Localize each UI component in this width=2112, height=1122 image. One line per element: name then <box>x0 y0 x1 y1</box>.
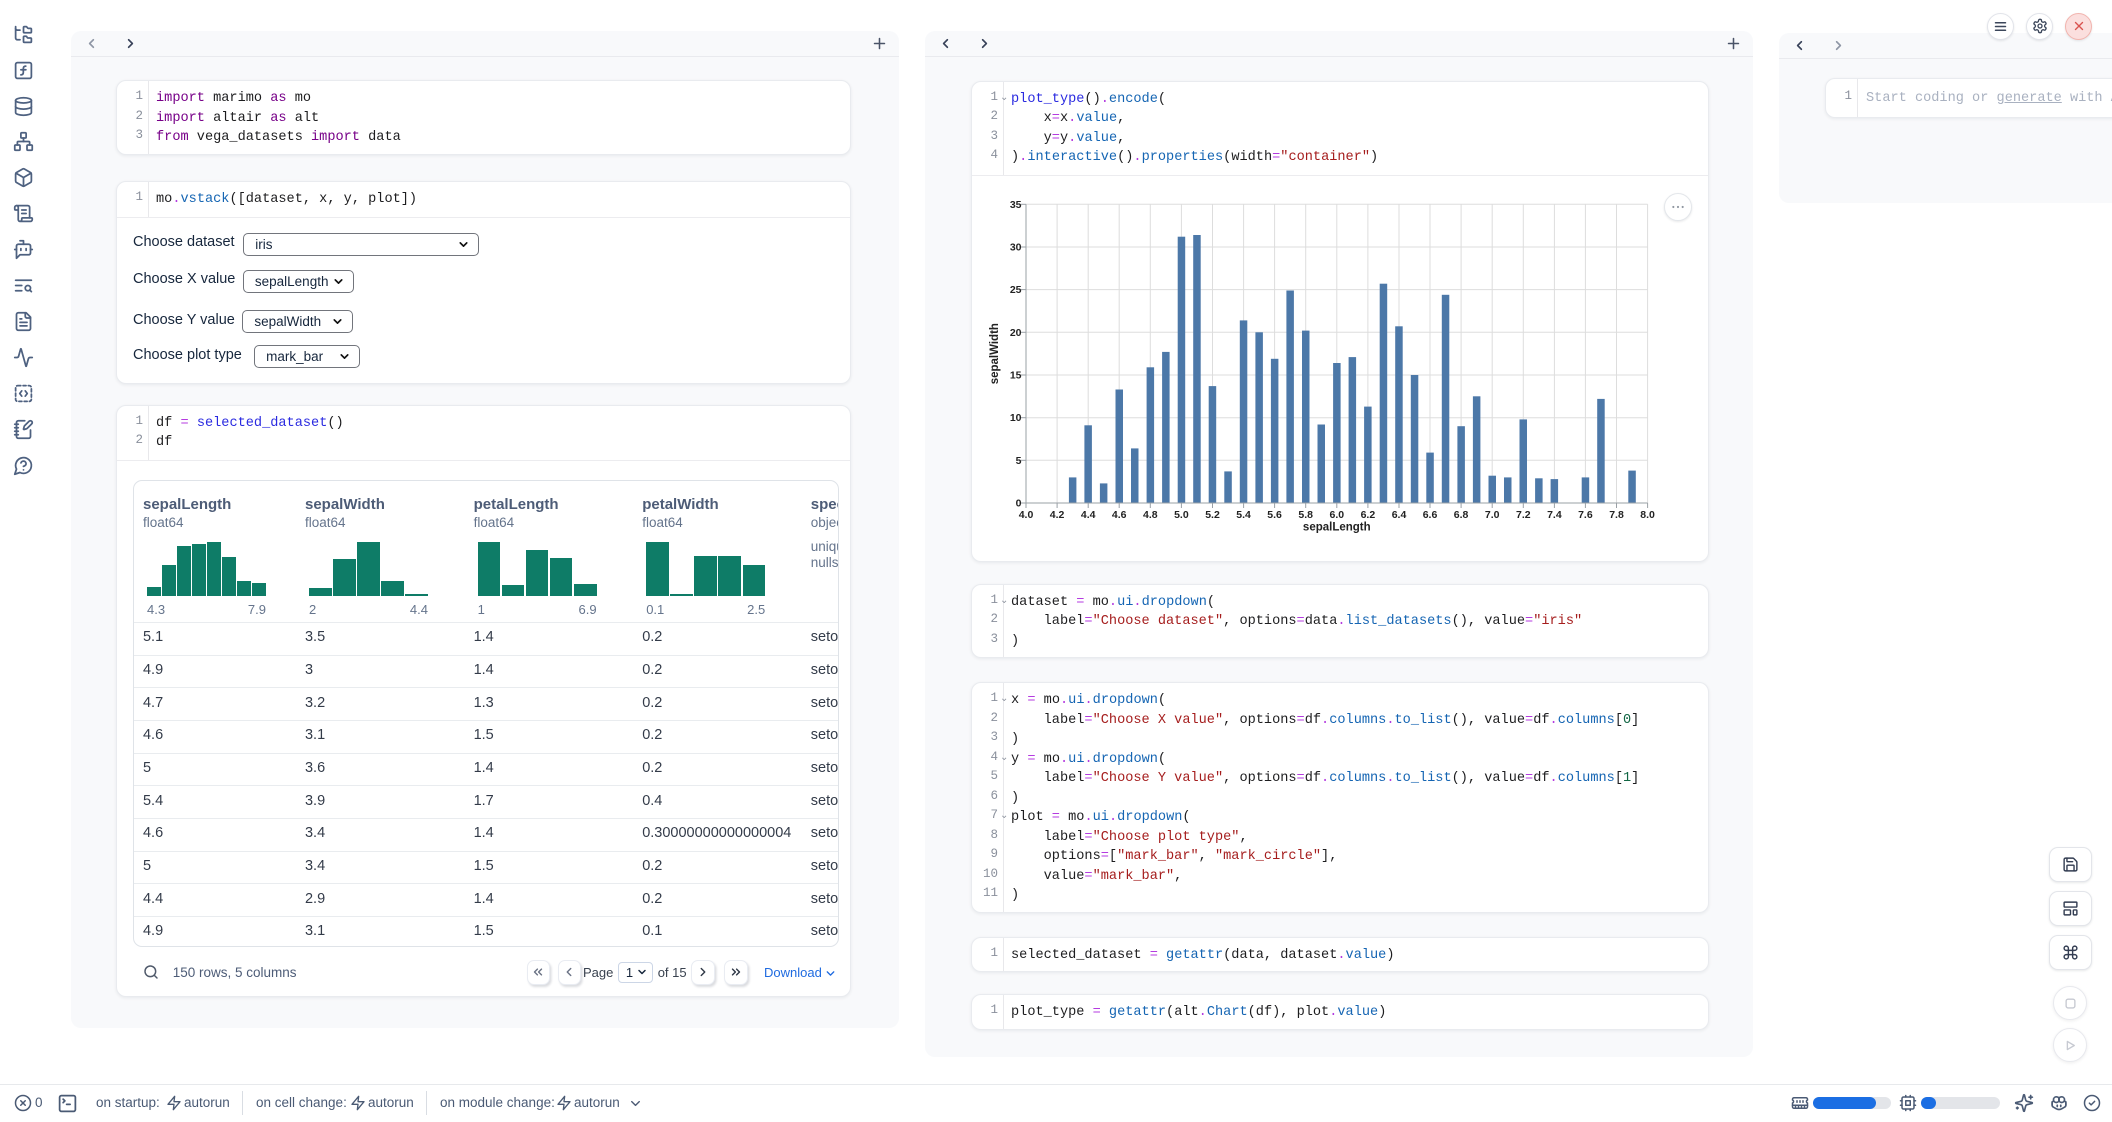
svg-text:20: 20 <box>1010 327 1022 339</box>
svg-text:0: 0 <box>1016 497 1022 509</box>
svg-text:7.8: 7.8 <box>1609 509 1624 521</box>
svg-text:4.6: 4.6 <box>1112 509 1127 521</box>
svg-text:5.2: 5.2 <box>1205 509 1220 521</box>
svg-text:6.8: 6.8 <box>1454 509 1469 521</box>
svg-text:5.8: 5.8 <box>1298 509 1313 521</box>
svg-text:sepalLength: sepalLength <box>1303 521 1371 533</box>
svg-text:7.2: 7.2 <box>1516 509 1531 521</box>
svg-text:8.0: 8.0 <box>1640 509 1655 521</box>
svg-text:4.2: 4.2 <box>1050 509 1065 521</box>
svg-text:7.6: 7.6 <box>1578 509 1593 521</box>
svg-text:sepalWidth: sepalWidth <box>989 323 1001 384</box>
svg-text:4.4: 4.4 <box>1081 509 1096 521</box>
svg-text:4.0: 4.0 <box>1019 509 1034 521</box>
svg-text:35: 35 <box>1010 199 1022 211</box>
svg-text:4.8: 4.8 <box>1143 509 1158 521</box>
svg-text:15: 15 <box>1010 369 1022 381</box>
svg-text:30: 30 <box>1010 241 1022 253</box>
svg-text:5.4: 5.4 <box>1236 509 1251 521</box>
svg-text:7.0: 7.0 <box>1485 509 1500 521</box>
svg-text:5.0: 5.0 <box>1174 509 1189 521</box>
svg-text:5: 5 <box>1016 455 1022 467</box>
svg-text:25: 25 <box>1010 284 1022 296</box>
svg-text:6.6: 6.6 <box>1423 509 1438 521</box>
svg-text:6.4: 6.4 <box>1392 509 1407 521</box>
svg-text:7.4: 7.4 <box>1547 509 1562 521</box>
svg-text:6.0: 6.0 <box>1329 509 1344 521</box>
svg-text:5.6: 5.6 <box>1267 509 1282 521</box>
svg-text:10: 10 <box>1010 412 1022 424</box>
svg-text:6.2: 6.2 <box>1361 509 1376 521</box>
